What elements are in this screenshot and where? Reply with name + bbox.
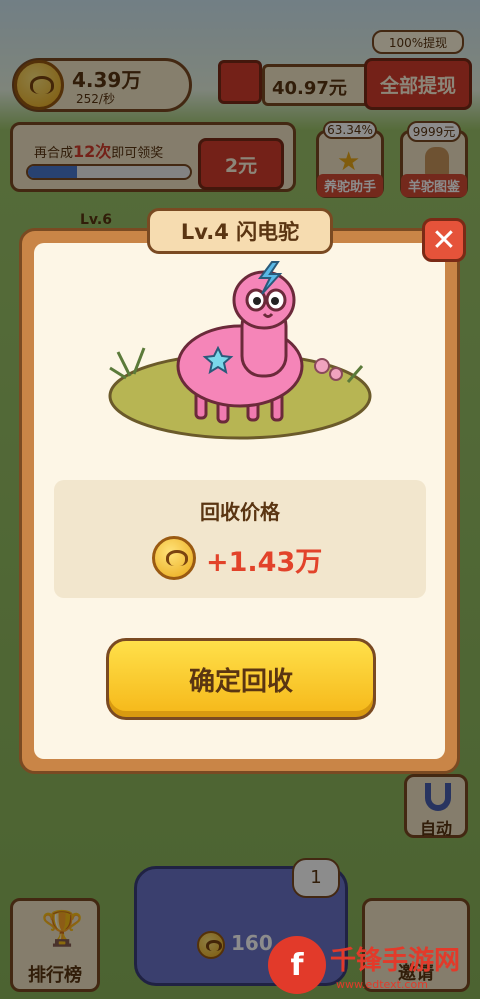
watermark-name: 千锋手游网 [330, 946, 461, 976]
pink-alpaca [176, 270, 304, 424]
close-icon[interactable]: ✕ [422, 218, 466, 262]
watermark-logo: f [268, 936, 326, 994]
watermark-url: www.edtext.com [336, 978, 428, 991]
price-title: 回收价格 [200, 500, 280, 524]
price-value: +1.43万 [206, 547, 323, 578]
confirm-recycle-button[interactable]: 确定回收 [106, 638, 376, 720]
alpaca-illustration [108, 261, 372, 440]
dialog-title: Lv.4 闪电驼 [147, 208, 333, 254]
price-coin-icon [152, 536, 196, 580]
